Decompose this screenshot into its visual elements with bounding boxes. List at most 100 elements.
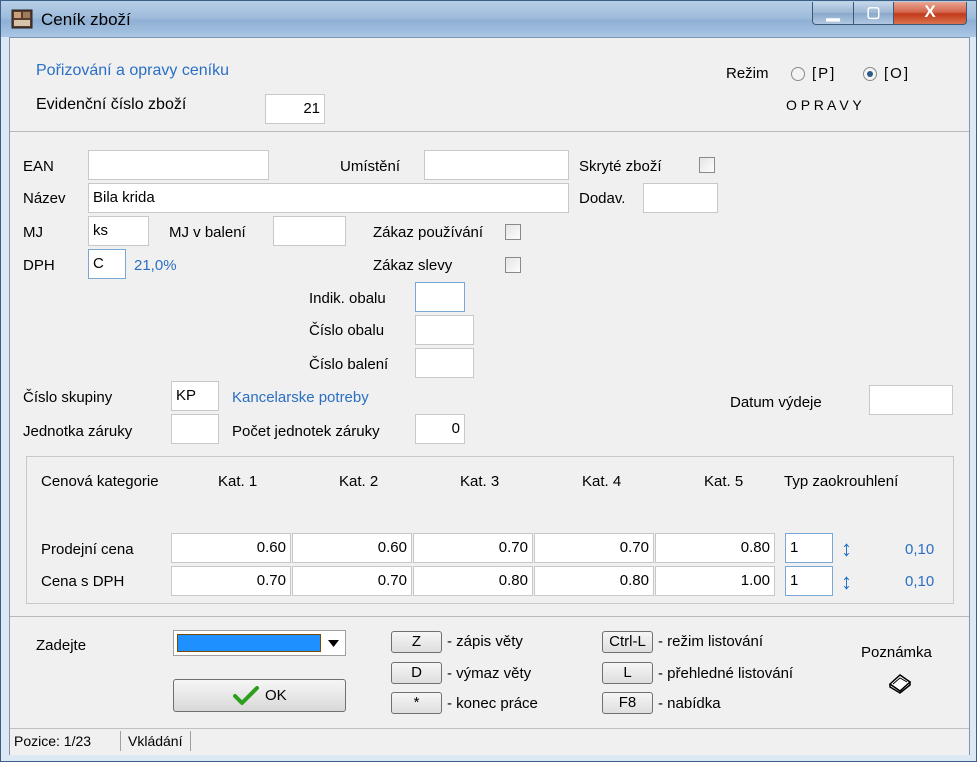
title-bar[interactable]: Ceník zboží ▁ ▢ X [1,1,976,37]
skupina-field[interactable]: KP [171,381,219,411]
prodejni-updown-icon[interactable]: ↕ [841,536,852,562]
prodejni-kat-4[interactable]: 0.70 [534,533,654,563]
prodejni-kat-3[interactable]: 0.70 [413,533,533,563]
status-position: Pozice: 1/23 [14,733,92,749]
key-star-button[interactable]: * [391,692,442,714]
mode-caption: O P R A V Y [786,97,862,113]
mjbal-label: MJ v balení [169,224,246,241]
cislo-obalu-label: Číslo obalu [309,322,385,339]
key-d-button[interactable]: D [391,662,442,684]
form-client: Pořizování a opravy ceníku Evidenční čís… [9,37,970,755]
maximize-icon: ▢ [866,4,881,21]
note-label: Poznámka [861,644,932,661]
app-icon [11,9,33,29]
datum-label: Datum výdeje [730,394,822,411]
prodejni-label: Prodejní cena [41,541,134,558]
status-bar: Pozice: 1/23 Vkládání [10,728,969,755]
ean-label: EAN [23,158,54,175]
close-icon: X [924,2,936,21]
kat-3-header: Kat. 3 [460,473,500,490]
prodejni-kat-1[interactable]: 0.60 [171,533,291,563]
key-star-text: - konec práce [447,695,538,712]
skupina-label: Číslo skupiny [23,389,113,406]
mode-p-radio[interactable] [791,67,805,81]
mode-o-radio[interactable] [863,67,877,81]
ok-label: OK [265,687,287,704]
umisteni-label: Umístění [340,158,401,175]
key-ctrl-l-button[interactable]: Ctrl-L [602,631,653,653]
key-l-button[interactable]: L [602,662,653,684]
zakaz-slevy-label: Zákaz slevy [373,257,453,274]
cena-dph-kat-4[interactable]: 0.80 [534,566,654,596]
dodav-field[interactable] [643,183,718,213]
header-separator [10,131,969,132]
jedn-zaruky-label: Jednotka záruky [23,423,133,440]
kat-5-header: Kat. 5 [704,473,744,490]
app-window: Ceník zboží ▁ ▢ X Pořizování a opravy ce… [0,0,977,762]
bottom-separator [10,616,969,617]
indik-obalu-field[interactable] [415,282,465,312]
cena-dph-updown-icon[interactable]: ↕ [841,569,852,595]
ean-field[interactable] [88,150,269,180]
maximize-button[interactable]: ▢ [853,2,894,25]
zakaz-pouz-checkbox[interactable] [505,224,521,240]
prodejni-kat-5[interactable]: 0.80 [655,533,775,563]
cislo-baleni-field[interactable] [415,348,474,378]
pocet-jedn-label: Počet jednotek záruky [232,423,380,440]
dph-label: DPH [23,257,55,274]
price-header-label: Cenová kategorie [41,473,159,490]
mj-field[interactable]: ks [88,216,149,246]
cena-dph-round-type[interactable]: 1 [785,566,833,596]
mode-o-label: [O] [884,65,911,82]
mode-label: Režim [726,65,769,82]
mjbal-field[interactable] [273,216,346,246]
kat-2-header: Kat. 2 [339,473,379,490]
umisteni-field[interactable] [424,150,569,180]
form-heading: Pořizování a opravy ceníku [36,62,229,79]
key-ctrl-l-text: - režim listování [658,633,764,650]
rounding-header: Typ zaokrouhlení [784,473,899,490]
datum-field[interactable] [869,385,953,415]
kat-1-header: Kat. 1 [218,473,258,490]
close-button[interactable]: X [893,2,967,25]
zakaz-pouz-label: Zákaz používání [373,224,484,241]
dph-rate: 21,0% [134,257,177,274]
jedn-zaruky-field[interactable] [171,414,219,444]
skupina-name: Kancelarske potreby [232,389,369,406]
key-l-text: - přehledné listování [658,665,794,682]
skryte-label: Skryté zboží [579,158,662,175]
minimize-button[interactable]: ▁ [812,2,854,25]
mode-p-label: [P] [812,65,837,82]
cena-dph-kat-1[interactable]: 0.70 [171,566,291,596]
cena-dph-kat-5[interactable]: 1.00 [655,566,775,596]
zakaz-slevy-checkbox[interactable] [505,257,521,273]
window-title: Ceník zboží [41,10,131,29]
key-d-text: - výmaz věty [447,665,532,682]
checkmark-icon [233,686,259,705]
cena-dph-kat-3[interactable]: 0.80 [413,566,533,596]
nazev-label: Název [23,190,66,207]
skryte-checkbox[interactable] [699,157,715,173]
key-z-text: - zápis věty [447,633,523,650]
key-f8-button[interactable]: F8 [602,692,653,714]
nazev-field[interactable]: Bila krida [88,183,569,213]
ok-button[interactable]: OK [173,679,346,712]
pocet-jedn-field[interactable]: 0 [415,414,465,444]
dph-field[interactable]: C [88,249,126,279]
key-z-button[interactable]: Z [391,631,442,653]
note-icon[interactable] [888,672,912,694]
command-dropdown-value [177,634,321,652]
cislo-obalu-field[interactable] [415,315,474,345]
chevron-down-icon [328,640,339,647]
kat-4-header: Kat. 4 [582,473,622,490]
evid-field[interactable]: 21 [265,94,325,124]
cena-dph-kat-2[interactable]: 0.70 [292,566,412,596]
command-dropdown[interactable] [173,630,346,656]
status-divider-2 [190,731,191,751]
cena-dph-round-value: 0,10 [905,573,935,590]
prodejni-kat-2[interactable]: 0.60 [292,533,412,563]
prodejni-round-type[interactable]: 1 [785,533,833,563]
key-f8-text: - nabídka [658,695,721,712]
zadejte-label: Zadejte [36,637,87,654]
status-mode: Vkládání [128,733,183,749]
